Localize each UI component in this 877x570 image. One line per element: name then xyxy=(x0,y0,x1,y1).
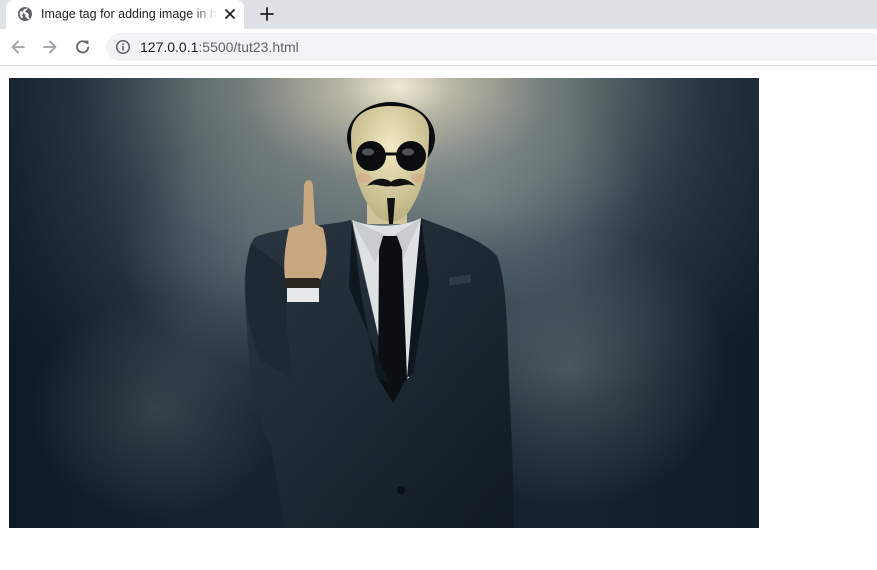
forward-arrow-icon[interactable] xyxy=(40,37,60,57)
url-text[interactable]: 127.0.0.1:5500/tut23.html xyxy=(140,39,299,55)
page-viewport xyxy=(0,66,877,570)
url-path: :5500/tut23.html xyxy=(198,39,299,55)
back-arrow-icon[interactable] xyxy=(8,37,28,57)
anonymous-mask-photo xyxy=(9,78,759,528)
url-host: 127.0.0.1 xyxy=(140,39,199,55)
tab-strip: Image tag for adding image in html xyxy=(0,0,877,29)
toolbar: 127.0.0.1:5500/tut23.html xyxy=(0,29,877,66)
tab-active[interactable]: Image tag for adding image in html xyxy=(6,0,244,29)
close-icon[interactable] xyxy=(222,6,238,22)
globe-icon xyxy=(18,7,32,21)
reload-icon[interactable] xyxy=(73,37,93,57)
new-tab-icon[interactable] xyxy=(257,4,277,24)
tab-title: Image tag for adding image in html xyxy=(41,7,217,21)
address-bar[interactable]: 127.0.0.1:5500/tut23.html xyxy=(106,33,877,61)
info-icon[interactable] xyxy=(115,39,131,55)
